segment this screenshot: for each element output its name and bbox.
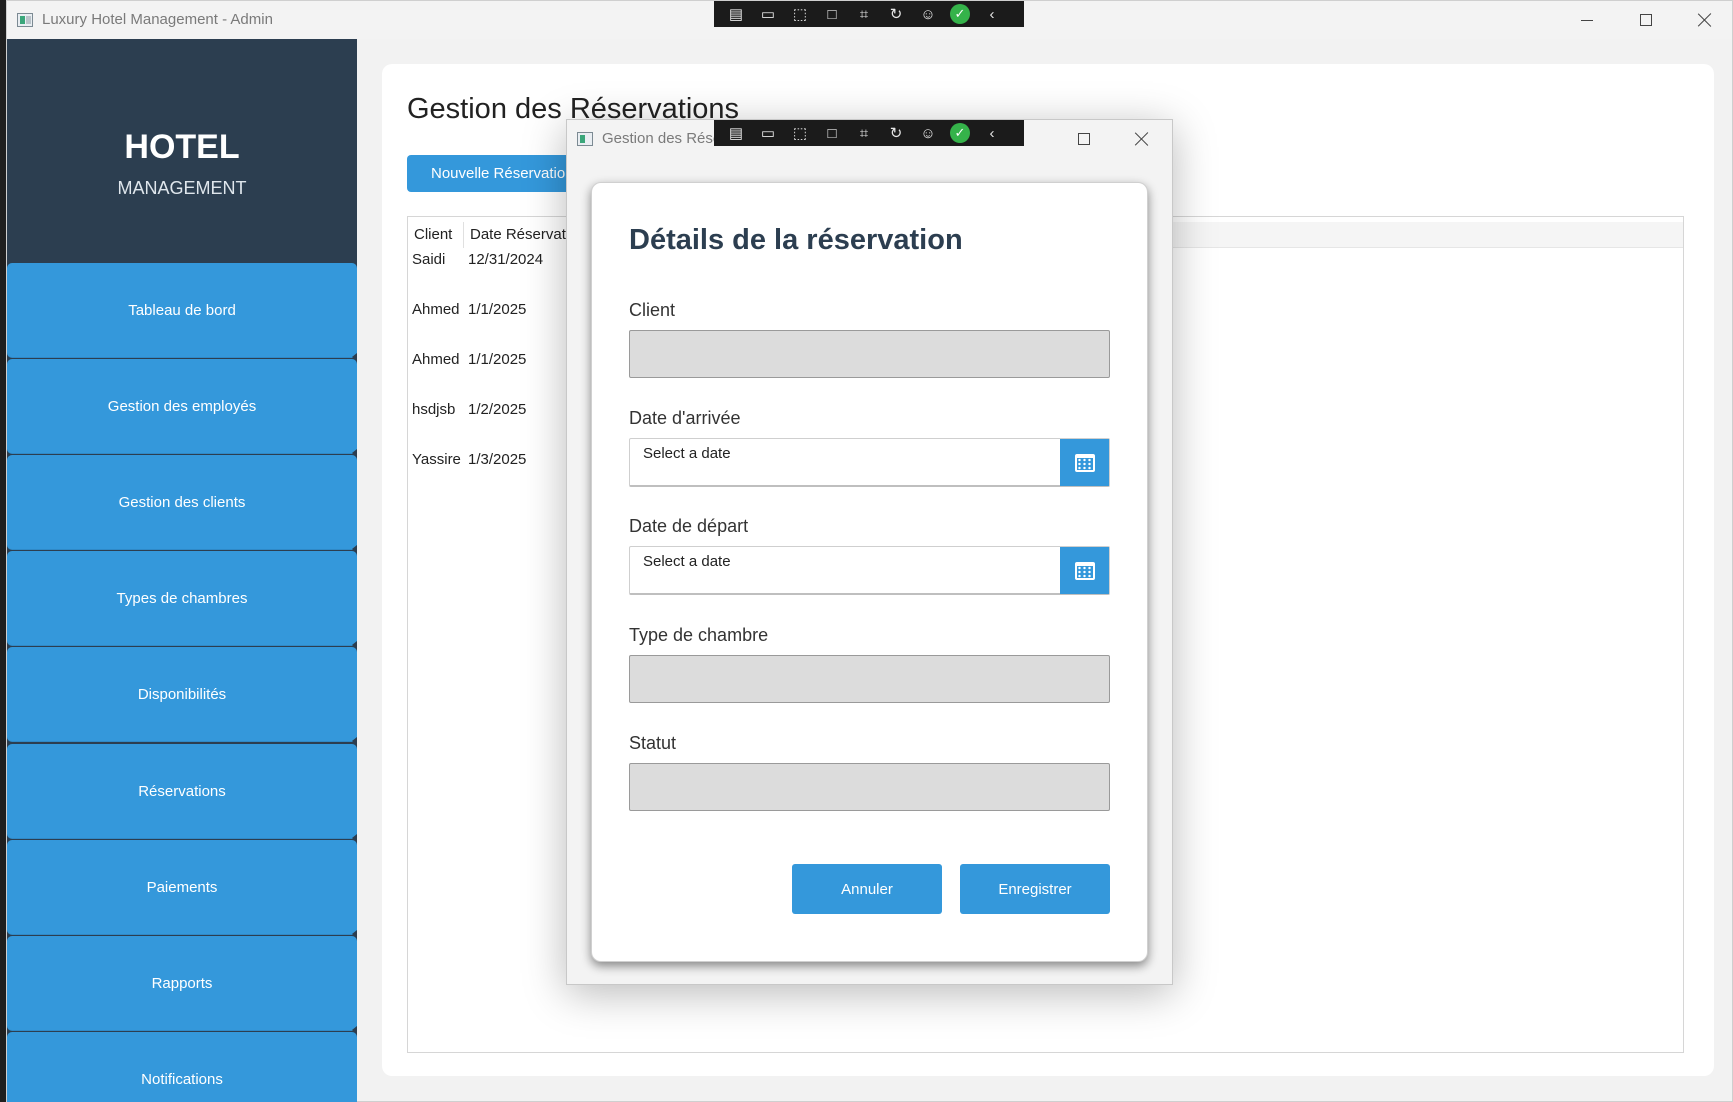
minimize-icon — [1581, 19, 1593, 21]
cell-date: 1/3/2025 — [468, 451, 527, 468]
calendar-icon — [1074, 561, 1095, 580]
sidebar-item-employees[interactable]: Gestion des employés — [7, 359, 357, 457]
client-field[interactable] — [629, 330, 1110, 378]
maximize-icon — [1078, 133, 1090, 145]
display-layout-icon[interactable]: □ — [816, 120, 848, 146]
check-icon[interactable]: ✓ — [944, 120, 976, 146]
display-layout-icon[interactable]: □ — [816, 1, 848, 27]
dialog-maximize-button[interactable] — [1064, 124, 1104, 154]
column-header-date[interactable]: Date Réservation — [464, 222, 574, 248]
sidebar-item-reservations[interactable]: Réservations — [7, 744, 357, 842]
live-tree-icon[interactable]: ▤ — [720, 120, 752, 146]
sidebar-item-room-types[interactable]: Types de chambres — [7, 551, 357, 649]
maximize-icon — [1640, 14, 1652, 26]
cell-date: 1/1/2025 — [468, 351, 527, 368]
live-tree-icon[interactable]: ▤ — [720, 1, 752, 27]
sidebar-item-label: Rapports — [151, 974, 213, 992]
hot-reload-icon[interactable]: ↻ — [880, 1, 912, 27]
sidebar-item-availability[interactable]: Disponibilités — [7, 647, 357, 745]
sidebar-item-label: Réservations — [138, 782, 226, 800]
reservation-form-card: Détails de la réservation Client Date d'… — [591, 182, 1148, 962]
sidebar-item-label: Types de chambres — [116, 589, 248, 607]
select-element-icon[interactable]: ⬚ — [784, 120, 816, 146]
close-icon — [1135, 132, 1149, 146]
hot-reload-icon[interactable]: ↻ — [880, 120, 912, 146]
track-focus-icon[interactable]: ⌗ — [848, 120, 880, 146]
cancel-button[interactable]: Annuler — [792, 864, 942, 914]
sidebar-item-label: Paiements — [146, 878, 218, 896]
video-icon[interactable]: ▭ — [752, 1, 784, 27]
cell-client: Ahmed — [412, 301, 460, 318]
departure-date-label: Date de départ — [629, 516, 749, 536]
departure-date-picker[interactable]: Select a date — [629, 546, 1110, 595]
sidebar-item-label: Tableau de bord — [128, 301, 236, 319]
sidebar-item-label: Gestion des employés — [107, 397, 257, 415]
arrival-calendar-button[interactable] — [1060, 439, 1109, 486]
check-icon[interactable]: ✓ — [944, 1, 976, 27]
sidebar-item-label: Notifications — [141, 1070, 223, 1088]
arrival-date-placeholder: Select a date — [643, 445, 731, 462]
cell-date: 12/31/2024 — [468, 251, 544, 268]
minimize-button[interactable] — [1562, 5, 1612, 35]
cell-client: Saidi — [412, 251, 446, 268]
arrival-date-picker[interactable]: Select a date — [629, 438, 1110, 487]
sidebar-item-label: Disponibilités — [137, 685, 227, 703]
app-icon — [17, 13, 33, 27]
status-label: Statut — [629, 733, 677, 753]
calendar-icon — [1074, 453, 1095, 472]
new-reservation-button[interactable]: Nouvelle Réservation — [407, 155, 587, 192]
cell-client: Yassire — [412, 451, 461, 468]
select-element-icon[interactable]: ⬚ — [784, 1, 816, 27]
sidebar-item-notifications[interactable]: Notifications — [7, 1032, 357, 1102]
window-title: Luxury Hotel Management - Admin — [42, 11, 273, 28]
departure-date-placeholder: Select a date — [643, 553, 731, 570]
collapse-icon[interactable]: ‹ — [976, 120, 1008, 146]
dialog-debug-toolbar: ▤ ▭ ⬚ □ ⌗ ↻ ☺ ✓ ‹ — [714, 120, 1024, 146]
departure-calendar-button[interactable] — [1060, 547, 1109, 594]
reservation-dialog: Gestion des Réservations Détails de la r… — [566, 119, 1173, 985]
close-icon — [1698, 13, 1712, 27]
dialog-close-button[interactable] — [1122, 124, 1162, 154]
column-header-client[interactable]: Client — [408, 222, 464, 248]
cell-date: 1/1/2025 — [468, 301, 527, 318]
brand-subtitle: MANAGEMENT — [117, 178, 247, 198]
brand-title: HOTEL — [124, 128, 240, 166]
save-button[interactable]: Enregistrer — [960, 864, 1110, 914]
app-icon — [577, 132, 593, 146]
close-button[interactable] — [1680, 5, 1730, 35]
sidebar-item-clients[interactable]: Gestion des clients — [7, 455, 357, 553]
debug-toolbar: ▤ ▭ ⬚ □ ⌗ ↻ ☺ ✓ ‹ — [714, 1, 1024, 27]
video-icon[interactable]: ▭ — [752, 120, 784, 146]
room-type-label: Type de chambre — [629, 625, 769, 645]
sidebar-item-label: Gestion des clients — [118, 493, 246, 511]
cell-client: hsdjsb — [412, 401, 456, 418]
sidebar: HOTEL MANAGEMENT Tableau de bord Gestion… — [7, 39, 357, 1102]
room-type-field[interactable] — [629, 655, 1110, 703]
sidebar-item-payments[interactable]: Paiements — [7, 840, 357, 938]
collapse-icon[interactable]: ‹ — [976, 1, 1008, 27]
cell-client: Ahmed — [412, 351, 460, 368]
accessibility-icon[interactable]: ☺ — [912, 120, 944, 146]
form-heading: Détails de la réservation — [629, 224, 963, 256]
accessibility-icon[interactable]: ☺ — [912, 1, 944, 27]
client-label: Client — [629, 300, 676, 320]
status-field[interactable] — [629, 763, 1110, 811]
track-focus-icon[interactable]: ⌗ — [848, 1, 880, 27]
sidebar-item-dashboard[interactable]: Tableau de bord — [7, 263, 357, 361]
cell-date: 1/2/2025 — [468, 401, 527, 418]
maximize-button[interactable] — [1621, 5, 1671, 35]
sidebar-item-reports[interactable]: Rapports — [7, 936, 357, 1034]
arrival-date-label: Date d'arrivée — [629, 408, 741, 428]
